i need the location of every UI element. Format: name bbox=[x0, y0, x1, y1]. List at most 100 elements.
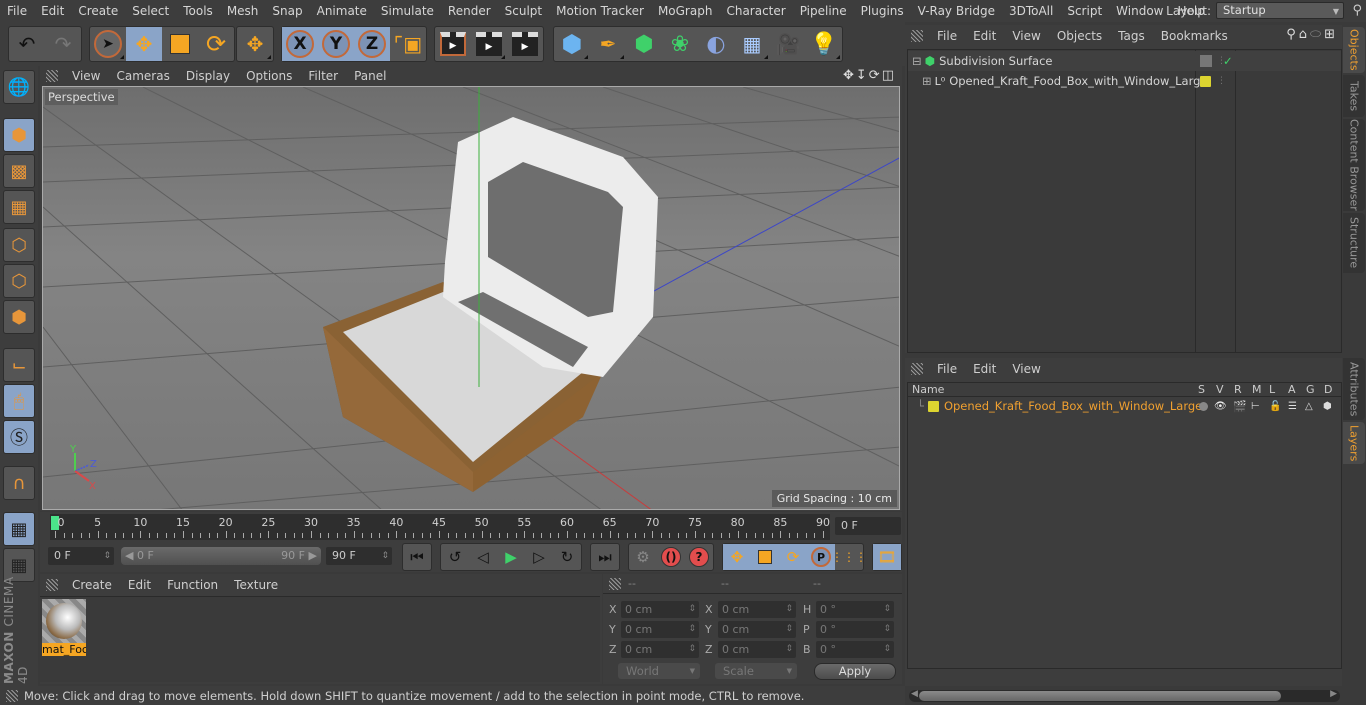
menu-mograph[interactable]: MoGraph bbox=[651, 0, 720, 22]
menu-mesh[interactable]: Mesh bbox=[220, 0, 266, 22]
lm-menu-edit[interactable]: Edit bbox=[965, 362, 1004, 376]
mograph-cloner-icon[interactable]: ❀ bbox=[662, 27, 698, 61]
timeline-window-icon[interactable]: 🎞 bbox=[873, 544, 901, 570]
visibility-dots-icon[interactable]: ⋮ bbox=[1217, 76, 1226, 86]
scale-icon[interactable] bbox=[162, 27, 198, 61]
layer-row[interactable]: └ Opened_Kraft_Food_Box_with_Window_Larg… bbox=[907, 398, 1342, 414]
solo-toggle-icon[interactable] bbox=[1199, 401, 1208, 411]
viewport-menu-options[interactable]: Options bbox=[238, 69, 300, 83]
menu-file[interactable]: File bbox=[0, 0, 34, 22]
size-y-field[interactable]: 0 cm bbox=[718, 621, 796, 638]
pos-z-field[interactable]: 0 cm bbox=[621, 641, 699, 658]
points-mode-icon[interactable]: ⬡ bbox=[3, 228, 35, 262]
tweak-mode-icon[interactable]: 🖱 bbox=[3, 384, 35, 418]
render-settings-icon[interactable]: ▶ bbox=[507, 27, 543, 61]
new-window-icon[interactable]: ⊞ bbox=[1324, 27, 1338, 42]
redo-icon[interactable]: ↷ bbox=[45, 27, 81, 61]
col-name[interactable]: Name bbox=[912, 383, 944, 396]
search-icon[interactable]: ⚲ bbox=[1352, 3, 1362, 18]
lm-menu-view[interactable]: View bbox=[1004, 362, 1048, 376]
rot-b-field[interactable]: 0 ° bbox=[816, 641, 894, 658]
render-picture-viewer-icon[interactable]: ▶ bbox=[471, 27, 507, 61]
autokey-icon[interactable]: () bbox=[657, 544, 685, 570]
deformer-toggle-icon[interactable]: ⬢ bbox=[1323, 401, 1332, 412]
viewport-menu-view[interactable]: View bbox=[64, 69, 108, 83]
model-mode-icon[interactable]: ⬢ bbox=[3, 118, 35, 152]
key-position-icon[interactable]: ✥ bbox=[723, 544, 751, 570]
tab-takes[interactable]: Takes bbox=[1343, 75, 1365, 117]
animation-toggle-icon[interactable]: ☰ bbox=[1288, 401, 1297, 412]
menu-3dtoall[interactable]: 3DToAll bbox=[1002, 0, 1060, 22]
rotate-icon[interactable]: ⟳ bbox=[198, 27, 234, 61]
material-menu-edit[interactable]: Edit bbox=[120, 578, 159, 592]
coordinate-space-dropdown[interactable]: World bbox=[618, 663, 700, 679]
layout-dropdown[interactable]: Startup bbox=[1216, 2, 1344, 19]
render-toggle-icon[interactable]: 🎬 bbox=[1233, 400, 1247, 413]
panel-grip[interactable] bbox=[911, 363, 923, 375]
frame-range-slider[interactable]: ◀ 0 F 90 F ▶ bbox=[121, 547, 321, 565]
collapse-icon[interactable]: ⊟ bbox=[912, 54, 922, 68]
view-toggle-icon[interactable]: 👁 bbox=[1214, 401, 1227, 412]
om-menu-view[interactable]: View bbox=[1004, 29, 1048, 43]
menu-motion-tracker[interactable]: Motion Tracker bbox=[549, 0, 651, 22]
end-frame-field[interactable]: 90 F bbox=[326, 547, 392, 565]
make-editable-icon[interactable]: 🌐 bbox=[3, 70, 35, 104]
start-frame-field[interactable]: 0 F bbox=[48, 547, 114, 565]
y-axis-lock-icon[interactable]: Y bbox=[318, 27, 354, 61]
keyframe-selection-icon[interactable]: ? bbox=[685, 544, 713, 570]
om-menu-objects[interactable]: Objects bbox=[1049, 29, 1110, 43]
viewport-menu-panel[interactable]: Panel bbox=[346, 69, 394, 83]
tab-structure[interactable]: Structure bbox=[1343, 213, 1365, 273]
texture-mode-icon[interactable]: ▩ bbox=[3, 154, 35, 188]
key-point-level-icon[interactable]: ⋮⋮⋮ bbox=[831, 544, 867, 570]
expand-icon[interactable]: ⊞ bbox=[922, 74, 932, 88]
material-menu-texture[interactable]: Texture bbox=[226, 578, 286, 592]
key-rotation-icon[interactable]: ⟳ bbox=[779, 544, 807, 570]
menu-edit[interactable]: Edit bbox=[34, 0, 71, 22]
menu-snap[interactable]: Snap bbox=[265, 0, 309, 22]
tab-attributes[interactable]: Attributes bbox=[1343, 358, 1365, 420]
col-deformers[interactable]: D bbox=[1324, 383, 1332, 396]
home-icon[interactable]: ⌂ bbox=[1299, 27, 1310, 42]
col-render[interactable]: R bbox=[1234, 383, 1242, 396]
menu-animate[interactable]: Animate bbox=[310, 0, 374, 22]
food-box-model[interactable] bbox=[323, 117, 658, 492]
previous-key-icon[interactable]: ↺ bbox=[441, 544, 469, 570]
render-view-icon[interactable]: ▶ bbox=[435, 27, 471, 61]
om-menu-file[interactable]: File bbox=[929, 29, 965, 43]
next-key-icon[interactable]: ↻ bbox=[553, 544, 581, 570]
material-name[interactable]: mat_Foc bbox=[42, 643, 86, 656]
pan-icon[interactable]: ✥ bbox=[843, 68, 856, 83]
eye-icon[interactable]: ⬭ bbox=[1310, 27, 1324, 42]
rot-h-field[interactable]: 0 ° bbox=[816, 601, 894, 618]
world-coordinate-icon[interactable]: ⌜▣ bbox=[390, 27, 426, 61]
panel-grip[interactable] bbox=[609, 577, 621, 590]
3d-viewport[interactable]: Y Z X Perspective Grid Spacing : 10 cm bbox=[42, 86, 900, 510]
axis-mode-icon[interactable]: ⌙ bbox=[3, 348, 35, 382]
undo-icon[interactable]: ↶ bbox=[9, 27, 45, 61]
next-frame-icon[interactable]: ▷ bbox=[525, 544, 553, 570]
scroll-left-icon[interactable]: ◀ bbox=[911, 689, 918, 699]
object-name[interactable]: Opened_Kraft_Food_Box_with_Window_Large bbox=[949, 74, 1207, 88]
size-z-field[interactable]: 0 cm bbox=[718, 641, 796, 658]
key-scale-icon[interactable] bbox=[751, 544, 779, 570]
maximize-view-icon[interactable]: ◫ bbox=[882, 68, 896, 83]
col-manager[interactable]: M bbox=[1252, 383, 1262, 396]
lock-toggle-icon[interactable]: 🔓 bbox=[1269, 401, 1281, 412]
menu-render[interactable]: Render bbox=[441, 0, 498, 22]
rot-p-field[interactable]: 0 ° bbox=[816, 621, 894, 638]
orbit-icon[interactable]: ⟳ bbox=[869, 68, 882, 83]
menu-window[interactable]: Window bbox=[1109, 0, 1170, 22]
coordinate-mode-dropdown[interactable]: Scale bbox=[715, 663, 797, 679]
material-menu-create[interactable]: Create bbox=[64, 578, 120, 592]
tab-objects[interactable]: Objects bbox=[1343, 27, 1365, 73]
polygons-mode-icon[interactable]: ⬢ bbox=[3, 300, 35, 334]
menu-character[interactable]: Character bbox=[719, 0, 792, 22]
menu-pipeline[interactable]: Pipeline bbox=[793, 0, 854, 22]
generator-toggle-icon[interactable]: △ bbox=[1305, 401, 1313, 412]
lm-menu-file[interactable]: File bbox=[929, 362, 965, 376]
layer-name[interactable]: Opened_Kraft_Food_Box_with_Window_Large bbox=[944, 399, 1202, 413]
viewport-menu-filter[interactable]: Filter bbox=[300, 69, 346, 83]
menu-simulate[interactable]: Simulate bbox=[374, 0, 441, 22]
tab-content-browser[interactable]: Content Browser bbox=[1343, 119, 1365, 211]
